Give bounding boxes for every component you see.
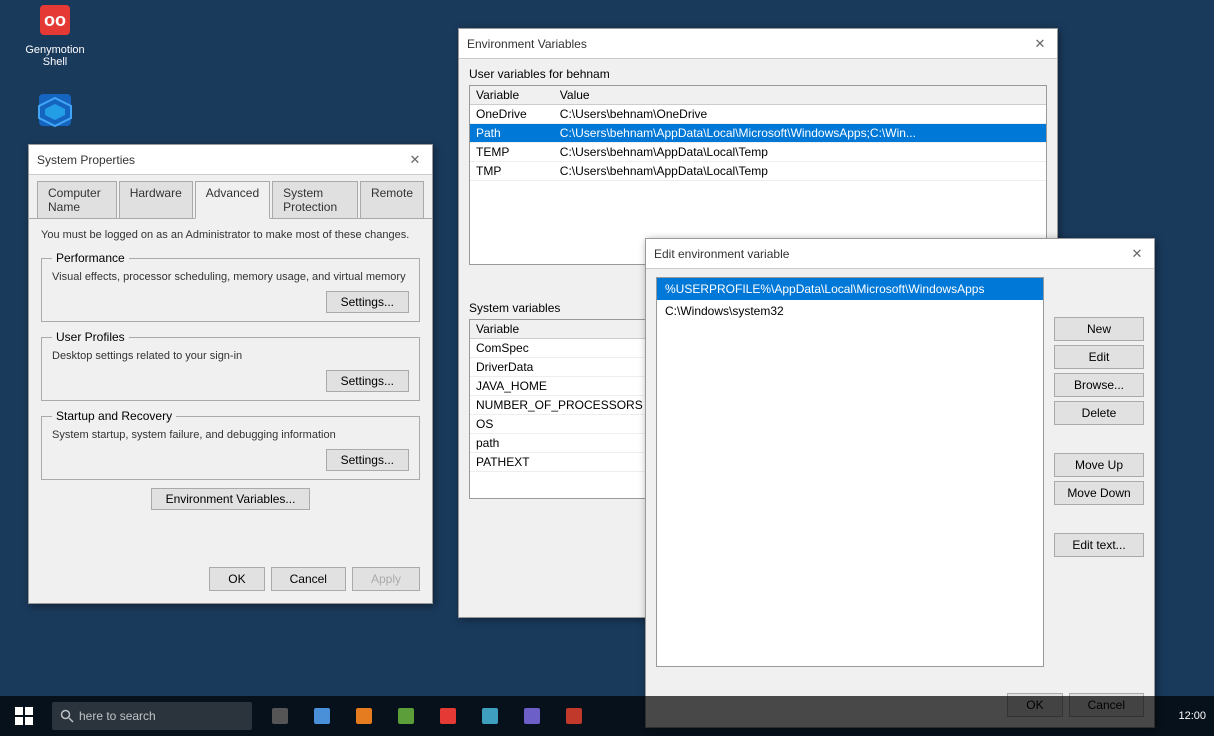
start-button[interactable] bbox=[0, 696, 48, 736]
edit-env-title: Edit environment variable bbox=[654, 247, 789, 261]
taskbar-icon-8[interactable] bbox=[554, 696, 594, 736]
list-item[interactable]: C:\Windows\system32 bbox=[657, 300, 1043, 322]
user-col-variable: Variable bbox=[470, 86, 554, 105]
performance-label: Performance bbox=[52, 251, 129, 265]
startup-recovery-settings-btn[interactable]: Settings... bbox=[326, 449, 409, 471]
taskbar-tray: 12:00 bbox=[1178, 710, 1214, 722]
user-profiles-label: User Profiles bbox=[52, 330, 129, 344]
edit-env-delete-btn[interactable]: Delete bbox=[1054, 401, 1144, 425]
user-profiles-settings-btn[interactable]: Settings... bbox=[326, 370, 409, 392]
admin-notice: You must be logged on as an Administrato… bbox=[41, 229, 420, 241]
performance-settings-btn[interactable]: Settings... bbox=[326, 291, 409, 313]
sys-props-content: You must be logged on as an Administrato… bbox=[29, 219, 432, 530]
var-cell: TEMP bbox=[470, 143, 554, 162]
val-cell: C:\Users\behnam\AppData\Local\Microsoft\… bbox=[554, 124, 1046, 143]
user-profiles-group: User Profiles Desktop settings related t… bbox=[41, 330, 420, 401]
env-vars-close[interactable]: ✕ bbox=[1031, 35, 1049, 53]
taskbar-icon-2[interactable] bbox=[302, 696, 342, 736]
sys-props-buttons: OK Cancel Apply bbox=[209, 567, 420, 591]
genymotion-label: GenymotionShell bbox=[25, 44, 84, 68]
taskbar-icon-7[interactable] bbox=[512, 696, 552, 736]
var-cell: Path bbox=[470, 124, 554, 143]
performance-desc: Visual effects, processor scheduling, me… bbox=[52, 271, 409, 283]
edit-env-close[interactable]: ✕ bbox=[1128, 245, 1146, 263]
edit-env-body: %USERPROFILE%\AppData\Local\Microsoft\Wi… bbox=[646, 277, 1154, 727]
edit-env-move-up-btn[interactable]: Move Up bbox=[1054, 453, 1144, 477]
taskbar-icon-4[interactable] bbox=[386, 696, 426, 736]
startup-recovery-label: Startup and Recovery bbox=[52, 409, 176, 423]
edit-env-edit-btn[interactable]: Edit bbox=[1054, 345, 1144, 369]
search-placeholder: here to search bbox=[79, 709, 156, 723]
tab-hardware[interactable]: Hardware bbox=[119, 181, 193, 218]
val-cell: C:\Users\behnam\AppData\Local\Temp bbox=[554, 143, 1046, 162]
edit-env-list: %USERPROFILE%\AppData\Local\Microsoft\Wi… bbox=[656, 277, 1044, 667]
table-row[interactable]: PathC:\Users\behnam\AppData\Local\Micros… bbox=[470, 124, 1046, 143]
var-cell: OneDrive bbox=[470, 105, 554, 124]
user-col-value: Value bbox=[554, 86, 1046, 105]
table-row[interactable]: OneDriveC:\Users\behnam\OneDrive bbox=[470, 105, 1046, 124]
taskbar-icon-1[interactable] bbox=[260, 696, 300, 736]
tab-advanced[interactable]: Advanced bbox=[195, 181, 270, 219]
taskbar: here to search 12:00 bbox=[0, 696, 1214, 736]
sys-props-title: System Properties bbox=[37, 153, 135, 167]
env-vars-titlebar: Environment Variables ✕ bbox=[459, 29, 1057, 59]
edit-env-move-down-btn[interactable]: Move Down bbox=[1054, 481, 1144, 505]
edit-env-edit-text-btn[interactable]: Edit text... bbox=[1054, 533, 1144, 557]
edit-env-titlebar: Edit environment variable ✕ bbox=[646, 239, 1154, 269]
tab-remote[interactable]: Remote bbox=[360, 181, 424, 218]
user-vars-table: Variable Value OneDriveC:\Users\behnam\O… bbox=[470, 86, 1046, 181]
list-item[interactable]: %USERPROFILE%\AppData\Local\Microsoft\Wi… bbox=[657, 278, 1043, 300]
tray-time: 12:00 bbox=[1178, 710, 1206, 722]
genymotion-icon[interactable]: oo GenymotionShell bbox=[20, 0, 90, 68]
tab-system-protection[interactable]: System Protection bbox=[272, 181, 358, 218]
startup-recovery-group: Startup and Recovery System startup, sys… bbox=[41, 409, 420, 480]
tab-computer-name[interactable]: Computer Name bbox=[37, 181, 117, 218]
table-row[interactable]: TEMPC:\Users\behnam\AppData\Local\Temp bbox=[470, 143, 1046, 162]
taskbar-running-apps bbox=[260, 696, 594, 736]
taskbar-icon-5[interactable] bbox=[428, 696, 468, 736]
env-vars-btn-row: Environment Variables... bbox=[41, 488, 420, 510]
user-vars-title: User variables for behnam bbox=[469, 67, 1047, 81]
performance-group: Performance Visual effects, processor sc… bbox=[41, 251, 420, 322]
vbox-icon-graphic bbox=[35, 90, 75, 130]
val-cell: C:\Users\behnam\AppData\Local\Temp bbox=[554, 162, 1046, 181]
sys-props-close[interactable]: ✕ bbox=[406, 151, 424, 169]
sys-props-titlebar: System Properties ✕ bbox=[29, 145, 432, 175]
taskbar-search[interactable]: here to search bbox=[52, 702, 252, 730]
sys-props-cancel-btn[interactable]: Cancel bbox=[271, 567, 346, 591]
env-vars-title: Environment Variables bbox=[467, 37, 587, 51]
val-cell: C:\Users\behnam\OneDrive bbox=[554, 105, 1046, 124]
taskbar-icon-3[interactable] bbox=[344, 696, 384, 736]
sys-props-tabbar: Computer Name Hardware Advanced System P… bbox=[29, 175, 432, 219]
genymotion-icon-graphic: oo bbox=[35, 0, 75, 40]
vbox-icon[interactable] bbox=[20, 90, 90, 134]
edit-env-var-dialog: Edit environment variable ✕ %USERPROFILE… bbox=[645, 238, 1155, 728]
edit-env-new-btn[interactable]: New bbox=[1054, 317, 1144, 341]
edit-env-browse-btn[interactable]: Browse... bbox=[1054, 373, 1144, 397]
table-row[interactable]: TMPC:\Users\behnam\AppData\Local\Temp bbox=[470, 162, 1046, 181]
edit-env-action-buttons: New Edit Browse... Delete Move Up Move D… bbox=[1054, 317, 1144, 557]
environment-variables-btn[interactable]: Environment Variables... bbox=[151, 488, 311, 510]
taskbar-icon-6[interactable] bbox=[470, 696, 510, 736]
sys-props-apply-btn[interactable]: Apply bbox=[352, 567, 420, 591]
startup-recovery-desc: System startup, system failure, and debu… bbox=[52, 429, 409, 441]
sys-props-ok-btn[interactable]: OK bbox=[209, 567, 264, 591]
var-cell: TMP bbox=[470, 162, 554, 181]
svg-text:oo: oo bbox=[44, 10, 66, 30]
user-profiles-desc: Desktop settings related to your sign-in bbox=[52, 350, 409, 362]
system-properties-window: System Properties ✕ Computer Name Hardwa… bbox=[28, 144, 433, 604]
